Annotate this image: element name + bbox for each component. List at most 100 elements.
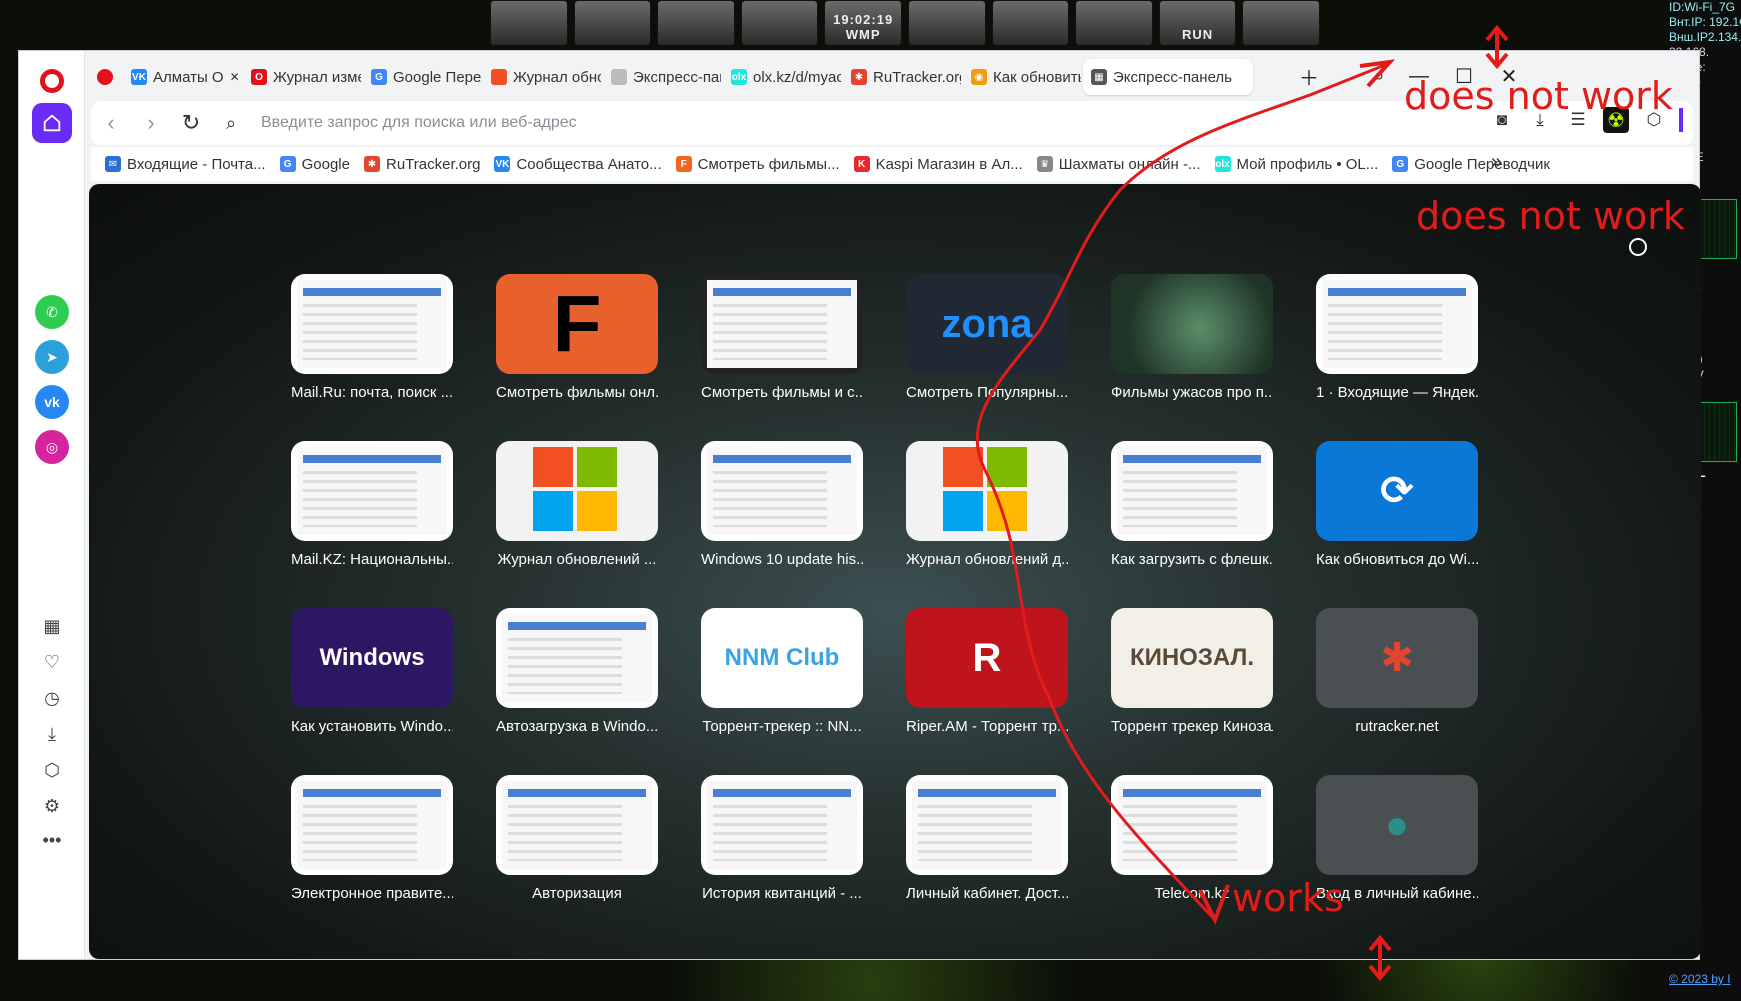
speed-dial-title: Электронное правите... [291,885,453,902]
bookmark-item[interactable]: ♛ Шахматы онлайн -... [1036,156,1201,173]
speed-dial-title: Как обновиться до Wi... [1316,551,1478,568]
clock-icon[interactable]: ◷ [40,686,64,710]
speed-dial-title: Авторизация [532,885,622,902]
more-icon[interactable]: ••• [40,828,64,852]
cube-icon[interactable]: ⬡ [40,758,64,782]
speed-dial-tile[interactable]: ⟳ Как обновиться до Wi... [1316,441,1478,568]
speed-dial-tile[interactable]: Mail.KZ: Национальны... [291,441,453,568]
desktop-dock-icon[interactable] [490,0,568,46]
desktop-dock-icon[interactable] [657,0,735,46]
tab[interactable]: ◉ Как обновить [963,59,1081,95]
desktop-dock-icon[interactable]: RUN [1158,0,1237,46]
speed-dial-tile[interactable]: NNM Club Торрент-трекер :: NN... [701,608,863,735]
speed-dial-thumbnail [291,775,453,875]
bookmark-label: Входящие - Почта... [127,155,266,173]
speed-dial-tile[interactable]: Журнал обновлений д... [906,441,1068,568]
tab[interactable]: Журнал обнов [483,59,601,95]
speed-dial-tile[interactable]: ✱ rutracker.net [1316,608,1478,735]
whatsapp-icon[interactable]: ✆ [35,295,69,329]
bookmark-label: RuTracker.org [385,155,481,173]
speed-dial-tile[interactable]: Автозагрузка в Windo... [496,608,658,735]
speed-dial-tile[interactable]: Журнал обновлений ... [496,441,658,568]
desktop-dock-icon[interactable]: 19:02:19 WMP [824,0,902,46]
search-tabs-icon[interactable]: ⌕ [1362,61,1396,91]
speed-dial: Mail.Ru: почта, поиск ... F Смотреть фильм… [89,184,1701,959]
speed-dial-thumbnail: ⟳ [1316,441,1478,541]
annotation-bottom: works [1232,876,1344,920]
tab[interactable]: O Журнал измен [243,59,361,95]
instagram-icon[interactable]: ◎ [35,430,69,464]
reload-button[interactable]: ↻ [171,110,211,136]
back-button[interactable]: ‹ [91,110,131,136]
bookmark-item[interactable]: F Смотреть фильмы... [675,156,840,173]
bookmark-item[interactable]: olx Мой профиль • OL... [1214,156,1378,173]
desktop-dock-icon[interactable] [1242,0,1320,46]
grid-icon[interactable]: ▦ [40,614,64,638]
tab-title: RuTracker.org [873,68,961,86]
speed-dial-tile[interactable]: zona Смотреть Популярны... [906,274,1068,401]
desktop-dock-icon[interactable] [573,0,652,46]
tab[interactable]: G Google Перев [363,59,481,95]
desktop-dock-label: RUN [1181,27,1214,42]
speed-dial-tile[interactable]: Фильмы ужасов про п... [1111,274,1273,401]
speed-dial-tile[interactable]: 1 · Входящие — Яндек... [1316,274,1478,401]
speed-dial-thumbnail: КИНОЗАЛ. [1111,608,1273,708]
bookmark-item[interactable]: VK Сообщества Анато... [494,156,662,173]
bookmark-item[interactable]: G Google Переводчик [1392,156,1550,173]
opera-logo[interactable] [32,61,72,101]
desktop-dock-icon[interactable] [907,0,986,46]
forward-button[interactable]: › [131,110,171,136]
profile-indicator [1679,108,1683,132]
speed-dial-tile[interactable]: Смотреть фильмы и с... [701,274,863,401]
heart-icon[interactable]: ♡ [40,650,64,674]
speed-dial-thumbnail [291,441,453,541]
speed-dial-thumbnail [291,274,453,374]
download-icon[interactable]: ⤓ [40,722,64,746]
speed-dial-tile[interactable]: Mail.Ru: почта, поиск ... [291,274,453,401]
speed-dial-thumbnail-text: R [972,635,1002,680]
bookmarks-overflow-icon[interactable]: » [1491,151,1502,174]
speed-dial-tile[interactable]: Windows 10 update his... [701,441,863,568]
speed-dial-tile[interactable]: Электронное правите... [291,775,453,902]
tab[interactable]: ✱ RuTracker.org [843,59,961,95]
tab-title: Как обновить [993,68,1081,86]
tab-favicon-icon: VK [131,69,147,85]
bookmark-item[interactable]: ✉ Входящие - Почта... [105,156,266,173]
speed-dial-tile[interactable]: F Смотреть фильмы онл... [496,274,658,401]
speed-dial-tile[interactable]: История квитанций - ... [701,775,863,902]
address-input[interactable]: Введите запрос для поиска или веб-адрес [261,114,577,132]
speed-dial-tile[interactable]: КИНОЗАЛ. Торрент трекер Кинозал... [1111,608,1273,735]
speed-dial-tile[interactable]: Как загрузить с флешк... [1111,441,1273,568]
desktop-dock-icon[interactable] [991,0,1070,46]
tab-close-icon[interactable]: ✕ [230,70,240,84]
speed-dial-title: Смотреть Популярны... [906,384,1068,401]
gear-icon[interactable]: ⚙ [40,794,64,818]
widget-link[interactable]: © 2023 by I [1665,972,1731,987]
bookmark-item[interactable]: ✱ RuTracker.org [363,155,481,173]
speed-dial-thumbnail: ● [1316,775,1478,875]
speed-dial-tile[interactable]: Авторизация [496,775,658,902]
bookmark-item[interactable]: G Google [279,156,350,173]
smiley-icon[interactable] [1629,238,1647,256]
speed-dial-tile[interactable]: Windows Как установить Windo... [291,608,453,735]
speed-dial-thumbnail [1316,274,1478,374]
speed-dial-tile[interactable]: Личный кабинет. Дост... [906,775,1068,902]
tab[interactable]: Экспресс-пан [603,59,721,95]
speed-dial-thumbnail: F [496,274,658,374]
speed-dial-thumbnail-text: zona [941,301,1033,346]
new-tab-button[interactable]: ＋ [1292,61,1326,91]
speed-dial-thumbnail [701,441,863,541]
speed-dial-tile[interactable]: R Riper.AM - Торрент тр... [906,608,1068,735]
vk-icon[interactable]: vk [35,385,69,419]
telegram-icon[interactable]: ➤ [35,340,69,374]
desktop-dock-icon[interactable] [1075,0,1153,46]
tab[interactable]: VK Алматы О ✕ [123,59,241,95]
speed-dial-title: rutracker.net [1355,718,1439,735]
tab[interactable]: ▦ Экспресс-панель [1083,59,1253,95]
bookmark-favicon-icon: F [675,156,692,172]
speed-dial-title: Фильмы ужасов про п... [1111,384,1273,401]
bookmark-item[interactable]: K Kaspi Магазин в Ал... [853,156,1023,173]
tab[interactable]: olx olx.kz/d/myac [723,59,841,95]
desktop-dock-icon[interactable] [740,0,819,46]
home-button[interactable] [32,103,72,143]
